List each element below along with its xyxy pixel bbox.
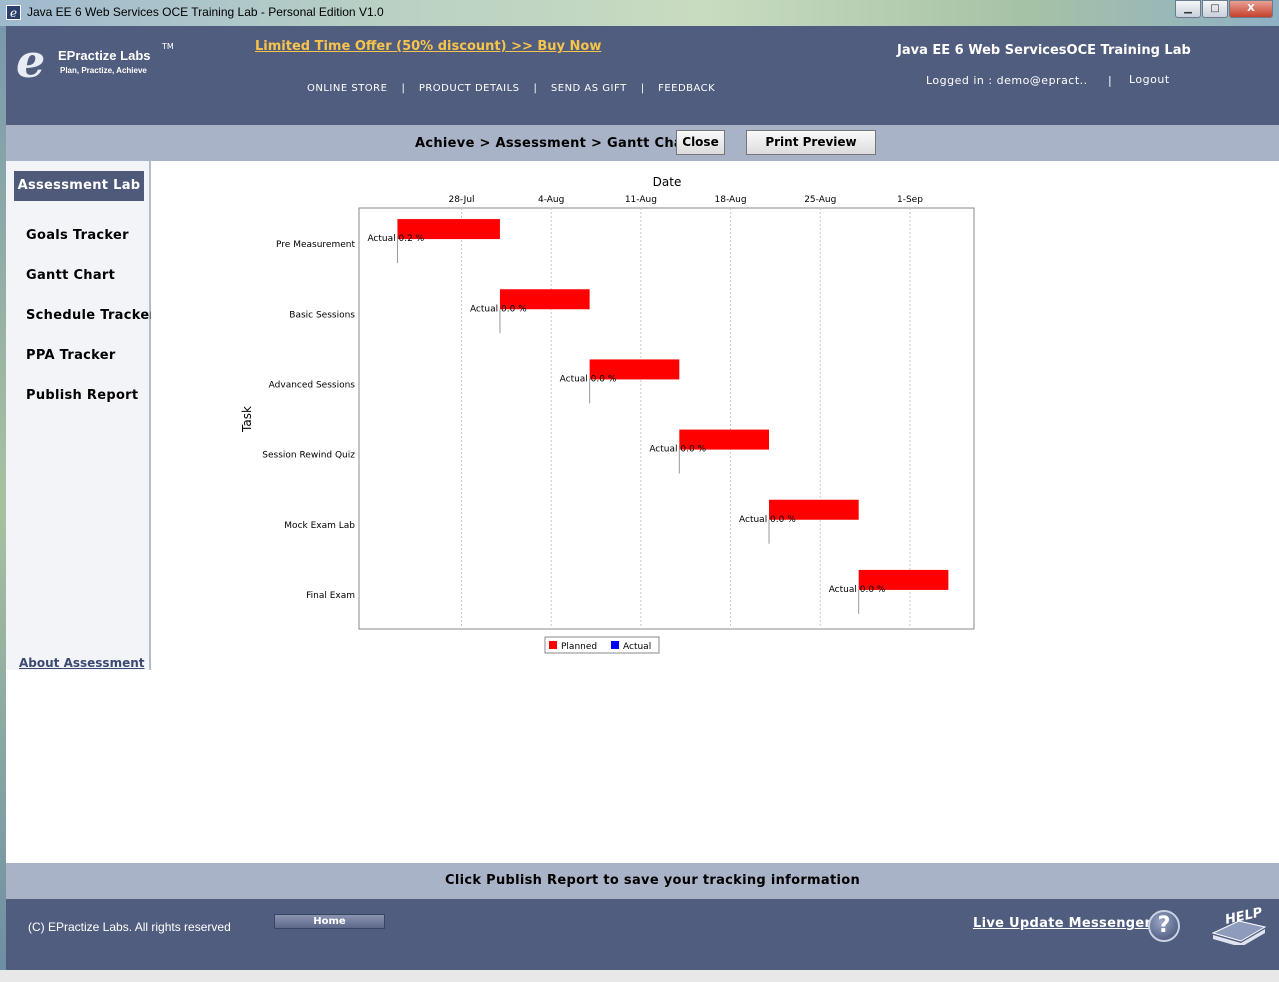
window-title: Java EE 6 Web Services OCE Training Lab … [27,5,384,19]
window-title-bar: e Java EE 6 Web Services OCE Training La… [0,0,1279,26]
plot-area [358,207,975,630]
close-window-button[interactable]: X [1229,0,1273,18]
legend-label: Actual [623,642,651,652]
login-status: Logged in : demo@epract.. [926,74,1088,87]
nav-separator: | [640,83,645,94]
legend-label: Planned [561,642,597,652]
x-tick-label: 28-Jul [448,195,474,205]
footer: (C) EPractize Labs. All rights reserved … [6,899,1279,970]
header: e EPractize Labs TM Plan, Practize, Achi… [6,26,1279,125]
sidebar-item-goals-tracker[interactable]: Goals Tracker [26,228,129,243]
question-icon[interactable]: ? [1148,910,1180,942]
logout-link[interactable]: Logout [1129,73,1170,86]
nav-separator: | [401,83,405,94]
nav-send-as-gift[interactable]: SEND AS GIFT [551,83,627,94]
logo-brand: EPractize Labs [58,48,151,63]
task-label: Session Rewind Quiz [262,451,355,461]
sidebar-item-schedule-tracker[interactable]: Schedule Tracker [26,308,156,323]
logo-letter: e [16,34,46,88]
content-blank-area [6,670,1279,863]
sidebar-item-publish-report[interactable]: Publish Report [26,388,138,403]
x-tick-label: 18-Aug [715,195,747,205]
home-button[interactable]: Home [274,914,385,929]
x-tick-label: 11-Aug [625,195,657,205]
header-separator: | [1108,74,1112,87]
logo-trademark: TM [162,42,174,51]
window-bottom-edge [0,970,1279,982]
actual-label: Actual 0.0 % [829,585,886,595]
task-label: Mock Exam Lab [284,521,355,531]
actual-label: Actual 0.0 % [470,304,527,314]
live-update-link[interactable]: Live Update Messenger [973,916,1151,931]
actual-label: Actual 0.0 % [560,374,617,384]
window-controls: ▁ □ X [1174,0,1273,18]
y-axis-title: Task [240,406,254,433]
actual-label: Actual 0.0 % [739,515,796,525]
print-preview-button[interactable]: Print Preview [746,130,876,155]
legend-swatch [549,641,557,649]
task-label: Basic Sessions [289,310,355,320]
actual-label: Actual 0.0 % [649,445,706,455]
minimize-button[interactable]: ▁ [1175,0,1201,18]
sidebar-item-gantt-chart[interactable]: Gantt Chart [26,268,115,283]
sidebar-item-ppa-tracker[interactable]: PPA Tracker [26,348,116,363]
status-message: Click Publish Report to save your tracki… [445,873,861,888]
offer-link[interactable]: Limited Time Offer (50% discount) >> Buy… [255,39,601,54]
app-icon: e [6,5,21,20]
task-label: Advanced Sessions [269,380,356,390]
x-axis-title: Date [653,175,682,189]
logo-tagline: Plan, Practize, Achieve [60,66,147,75]
x-tick-labels: 28-Jul 4-Aug 11-Aug 18-Aug 25-Aug 1-Sep [448,195,923,205]
x-tick-label: 1-Sep [897,195,923,205]
actual-label: Actual 0.2 % [367,234,424,244]
task-label: Pre Measurement [276,240,355,250]
help-icon[interactable]: HELP [1211,905,1267,947]
x-tick-label: 4-Aug [538,195,564,205]
status-bar: Click Publish Report to save your tracki… [6,863,1279,899]
nav-feedback[interactable]: FEEDBACK [658,83,715,94]
logo: e EPractize Labs TM Plan, Practize, Achi… [16,34,176,100]
copyright: (C) EPractize Labs. All rights reserved [28,920,231,934]
breadcrumb-bar: Achieve > Assessment > Gantt Chart Close… [6,125,1279,161]
gantt-chart-svg: Date Task 28-Jul 4-Aug 11-Aug 18-Aug 25-Aug 1… [240,175,975,654]
legend: Planned Actual [544,636,660,654]
nav-product-details[interactable]: PRODUCT DETAILS [419,83,520,94]
legend-swatch [611,641,619,649]
sidebar-item-assessment-lab[interactable]: Assessment Lab [14,171,144,201]
sidebar: Assessment Lab Goals Tracker Gantt Chart… [6,161,156,670]
task-label: Final Exam [306,591,355,601]
close-button[interactable]: Close [676,130,725,155]
maximize-button[interactable]: □ [1202,0,1228,18]
breadcrumb: Achieve > Assessment > Gantt Chart [415,136,697,151]
app-title: Java EE 6 Web ServicesOCE Training Lab [897,43,1191,58]
gantt-chart: Date Task 28-Jul 4-Aug 11-Aug 18-Aug 25-Aug 1… [151,161,1279,670]
x-tick-label: 25-Aug [804,195,836,205]
nav-online-store[interactable]: ONLINE STORE [307,83,387,94]
about-assessment-link[interactable]: About Assessment [19,656,145,670]
nav-separator: | [533,83,537,94]
top-nav: ONLINE STORE | PRODUCT DETAILS | SEND AS… [307,83,715,94]
